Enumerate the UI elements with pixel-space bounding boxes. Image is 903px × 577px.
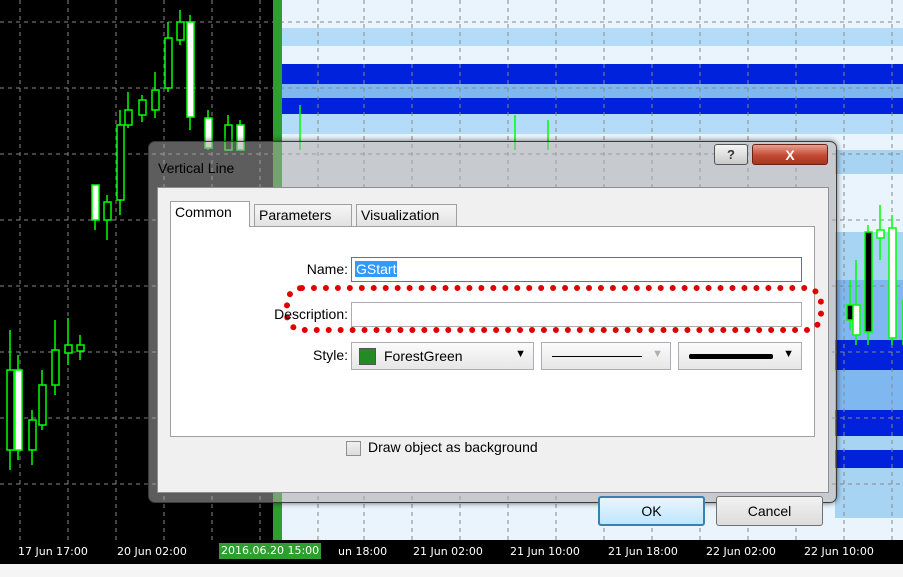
- chevron-down-icon: ▼: [652, 348, 663, 360]
- tab-common[interactable]: Common: [170, 201, 250, 227]
- cancel-button[interactable]: Cancel: [716, 496, 823, 526]
- time-axis-label-highlight: 2016.06.20 15:00: [219, 543, 322, 559]
- time-axis-label: 17 Jun 17:00: [18, 545, 88, 558]
- dialog-body: Common Parameters Visualization Name: GS…: [157, 187, 829, 526]
- description-label: Description:: [274, 306, 348, 322]
- time-axis-label: 21 Jun 10:00: [510, 545, 580, 558]
- time-axis-label: 22 Jun 02:00: [706, 545, 776, 558]
- line-width-sample: [689, 354, 773, 359]
- chevron-down-icon: ▼: [515, 348, 526, 360]
- tab-parameters[interactable]: Parameters: [254, 204, 352, 226]
- color-select[interactable]: ForestGreen ▼: [351, 342, 534, 370]
- style-label: Style:: [312, 347, 348, 363]
- close-button[interactable]: X: [752, 144, 828, 165]
- name-input-value: GStart: [355, 261, 398, 277]
- time-axis-label: 21 Jun 02:00: [413, 545, 483, 558]
- background-checkbox-label[interactable]: Draw object as background: [368, 439, 538, 455]
- help-icon: ?: [727, 147, 735, 162]
- time-axis-label: un 18:00: [338, 545, 388, 558]
- cancel-button-label: Cancel: [747, 503, 792, 519]
- status-strip: [0, 564, 903, 577]
- color-swatch: [359, 348, 376, 365]
- ok-button-label: OK: [641, 503, 662, 519]
- time-axis-label: 22 Jun 10:00: [804, 545, 874, 558]
- vertical-line-dialog: Vertical Line ? X Common Parameters Visu…: [148, 141, 837, 526]
- dialog-title: Vertical Line: [158, 160, 235, 176]
- close-icon: X: [785, 146, 795, 163]
- line-style-sample: [552, 356, 642, 357]
- background-checkbox[interactable]: [346, 441, 361, 456]
- time-axis-label: 20 Jun 02:00: [117, 545, 187, 558]
- tab-panel-common: Name: GStart Description: Style: ForestG…: [170, 226, 824, 437]
- line-style-select[interactable]: ▼: [541, 342, 671, 370]
- time-axis: 17 Jun 17:00 20 Jun 02:00 2016.06.20 15:…: [0, 540, 903, 564]
- description-input[interactable]: [351, 302, 802, 327]
- color-select-value: ForestGreen: [384, 348, 463, 364]
- time-axis-label: 21 Jun 18:00: [608, 545, 678, 558]
- name-input[interactable]: GStart: [351, 257, 802, 282]
- tab-visualization[interactable]: Visualization: [356, 204, 457, 226]
- chevron-down-icon: ▼: [783, 348, 794, 360]
- line-width-select[interactable]: ▼: [678, 342, 802, 370]
- help-button[interactable]: ?: [714, 144, 748, 165]
- name-label: Name:: [306, 261, 348, 277]
- ok-button[interactable]: OK: [598, 496, 705, 526]
